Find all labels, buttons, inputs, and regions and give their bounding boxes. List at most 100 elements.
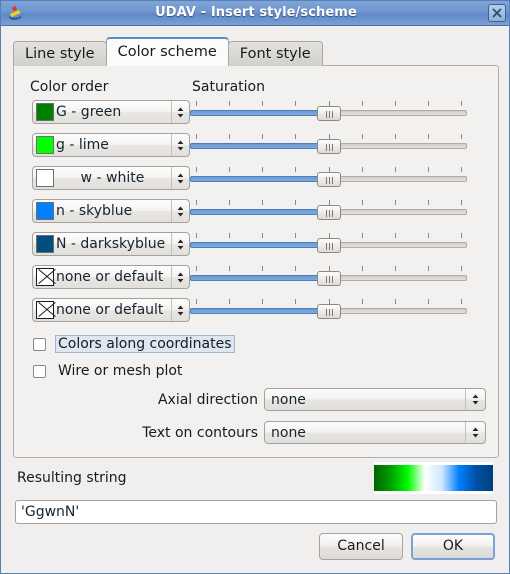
slider-tick <box>196 200 197 205</box>
color-swatch-5 <box>36 235 54 253</box>
axial-direction-combo[interactable]: none <box>264 388 486 411</box>
slider-tick <box>196 167 197 172</box>
slider-tick <box>262 299 263 304</box>
saturation-slider-2[interactable] <box>190 134 467 156</box>
color-order-combo-6[interactable]: none or default <box>32 265 190 289</box>
slider-fill <box>190 242 329 248</box>
slider-tick <box>362 266 363 271</box>
slider-tick <box>395 134 396 139</box>
tab-font-style[interactable]: Font style <box>227 41 323 66</box>
slider-tick <box>262 134 263 139</box>
slider-tick <box>395 200 396 205</box>
ok-button[interactable]: OK <box>411 533 495 560</box>
slider-fill <box>190 176 329 182</box>
slider-tick <box>362 200 363 205</box>
slider-tick <box>295 101 296 106</box>
slider-tick <box>196 266 197 271</box>
color-order-combo-5[interactable]: N - darkskyblue <box>32 232 190 256</box>
slider-tick <box>295 299 296 304</box>
color-order-combo-4[interactable]: n - skyblue <box>32 199 190 223</box>
cancel-button[interactable]: Cancel <box>319 533 403 560</box>
slider-handle[interactable] <box>317 205 341 220</box>
slider-fill <box>190 308 329 314</box>
slider-tick <box>428 200 429 205</box>
slider-handle[interactable] <box>317 106 341 121</box>
saturation-slider-4[interactable] <box>190 200 467 222</box>
tab-bar: Line style Color scheme Font style <box>13 37 323 66</box>
slider-tick <box>461 101 462 106</box>
slider-tick <box>395 299 396 304</box>
slider-fill <box>190 275 329 281</box>
title-bar: UDAV - Insert style/scheme <box>1 1 509 26</box>
saturation-header: Saturation <box>192 79 265 95</box>
slider-tick <box>196 299 197 304</box>
slider-tick <box>196 134 197 139</box>
slider-tick <box>461 266 462 271</box>
slider-tick <box>428 299 429 304</box>
chevron-updown-icon <box>171 299 189 321</box>
saturation-slider-6[interactable] <box>190 266 467 288</box>
chevron-updown-icon <box>171 101 189 123</box>
slider-handle[interactable] <box>317 172 341 187</box>
saturation-slider-3[interactable] <box>190 167 467 189</box>
axial-direction-value: none <box>271 391 306 408</box>
slider-tick <box>428 134 429 139</box>
slider-handle[interactable] <box>317 139 341 154</box>
color-order-combo-3[interactable]: w - white <box>32 166 190 190</box>
tab-line-style[interactable]: Line style <box>13 41 107 66</box>
slider-tick <box>229 299 230 304</box>
color-order-combo-2[interactable]: g - lime <box>32 133 190 157</box>
saturation-slider-1[interactable] <box>190 101 467 123</box>
checkbox-colors-along-coordinates[interactable]: Colors along coordinates <box>33 335 235 353</box>
slider-tick <box>461 233 462 238</box>
dialog-window: UDAV - Insert style/scheme Line style Co… <box>0 0 510 574</box>
saturation-slider-5[interactable] <box>190 233 467 255</box>
slider-tick <box>196 101 197 106</box>
slider-tick <box>395 266 396 271</box>
resulting-string-input[interactable]: 'GgwnN' <box>15 500 497 524</box>
color-swatch-2 <box>36 136 54 154</box>
checkbox-label: Colors along coordinates <box>55 335 235 353</box>
color-swatch-1 <box>36 103 54 121</box>
text-on-contours-value: none <box>271 424 306 441</box>
slider-tick <box>362 101 363 106</box>
chevron-updown-icon <box>465 389 485 410</box>
slider-tick <box>229 233 230 238</box>
color-order-label-1: G - green <box>56 104 122 120</box>
slider-tick <box>428 233 429 238</box>
checkbox-box[interactable] <box>33 364 46 378</box>
text-on-contours-label: Text on contours <box>142 425 258 441</box>
slider-tick <box>196 233 197 238</box>
close-icon[interactable] <box>488 4 506 22</box>
chevron-updown-icon <box>465 422 485 443</box>
slider-tick <box>262 233 263 238</box>
axial-direction-label: Axial direction <box>157 392 258 408</box>
slider-tick <box>229 266 230 271</box>
color-order-combo-7[interactable]: none or default <box>32 298 190 322</box>
color-order-label-3: w - white <box>80 170 145 186</box>
text-on-contours-combo[interactable]: none <box>264 421 486 444</box>
chevron-updown-icon <box>171 266 189 288</box>
slider-tick <box>262 200 263 205</box>
slider-handle[interactable] <box>317 271 341 286</box>
color-swatch-7 <box>36 301 54 319</box>
color-order-label-7: none or default <box>56 302 164 318</box>
chevron-updown-icon <box>171 167 189 189</box>
slider-fill <box>190 209 329 215</box>
slider-tick <box>428 266 429 271</box>
slider-handle[interactable] <box>317 304 341 319</box>
slider-handle[interactable] <box>317 238 341 253</box>
color-order-combo-1[interactable]: G - green <box>32 100 190 124</box>
slider-tick <box>395 233 396 238</box>
tab-color-scheme[interactable]: Color scheme <box>105 37 229 66</box>
checkbox-box[interactable] <box>33 337 46 351</box>
gradient-preview <box>374 462 493 494</box>
slider-tick <box>295 233 296 238</box>
saturation-slider-7[interactable] <box>190 299 467 321</box>
slider-tick <box>362 134 363 139</box>
color-swatch-4 <box>36 202 54 220</box>
checkbox-wire-or-mesh-plot[interactable]: Wire or mesh plot <box>33 362 185 380</box>
window-title: UDAV - Insert style/scheme <box>155 5 357 20</box>
color-scheme-panel: Color order Saturation G - green g - lim… <box>13 65 499 458</box>
slider-tick <box>395 167 396 172</box>
